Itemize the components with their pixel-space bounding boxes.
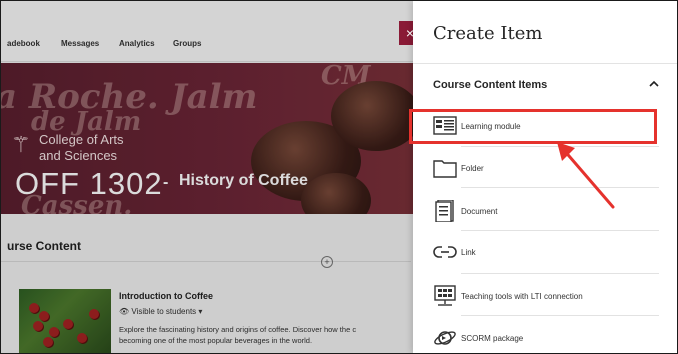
create-item-panel: Create Item Course Content Items Learnin…	[413, 1, 677, 353]
create-item-label: Folder	[461, 164, 484, 173]
create-item-link[interactable]: Link	[429, 237, 657, 267]
create-item-label: Teaching tools with LTI connection	[461, 292, 583, 301]
create-item-label: SCORM package	[461, 334, 524, 343]
overlay-scrim[interactable]	[1, 1, 413, 353]
create-item-label: Link	[461, 248, 476, 257]
link-icon	[433, 246, 457, 258]
scorm-package-icon	[434, 331, 456, 345]
section-header-course-content-items[interactable]: Course Content Items	[433, 79, 547, 91]
document-icon	[435, 200, 454, 222]
screen: adebook Messages Analytics Groups a Roch…	[0, 0, 678, 354]
arrow-annotation-icon	[557, 142, 615, 209]
folder-icon	[433, 160, 457, 178]
divider	[461, 273, 659, 274]
create-item-label: Document	[461, 207, 498, 216]
create-item-document[interactable]: Document	[429, 196, 657, 226]
divider	[461, 230, 659, 231]
lti-tool-icon	[434, 285, 456, 306]
create-item-scorm-package[interactable]: SCORM package	[429, 323, 657, 353]
panel-title: Create Item	[433, 23, 543, 44]
divider	[461, 315, 659, 316]
chevron-up-icon[interactable]	[647, 77, 661, 91]
create-item-folder[interactable]: Folder	[429, 153, 657, 183]
create-item-lti-tools[interactable]: Teaching tools with LTI connection	[429, 281, 657, 311]
divider	[413, 63, 677, 64]
